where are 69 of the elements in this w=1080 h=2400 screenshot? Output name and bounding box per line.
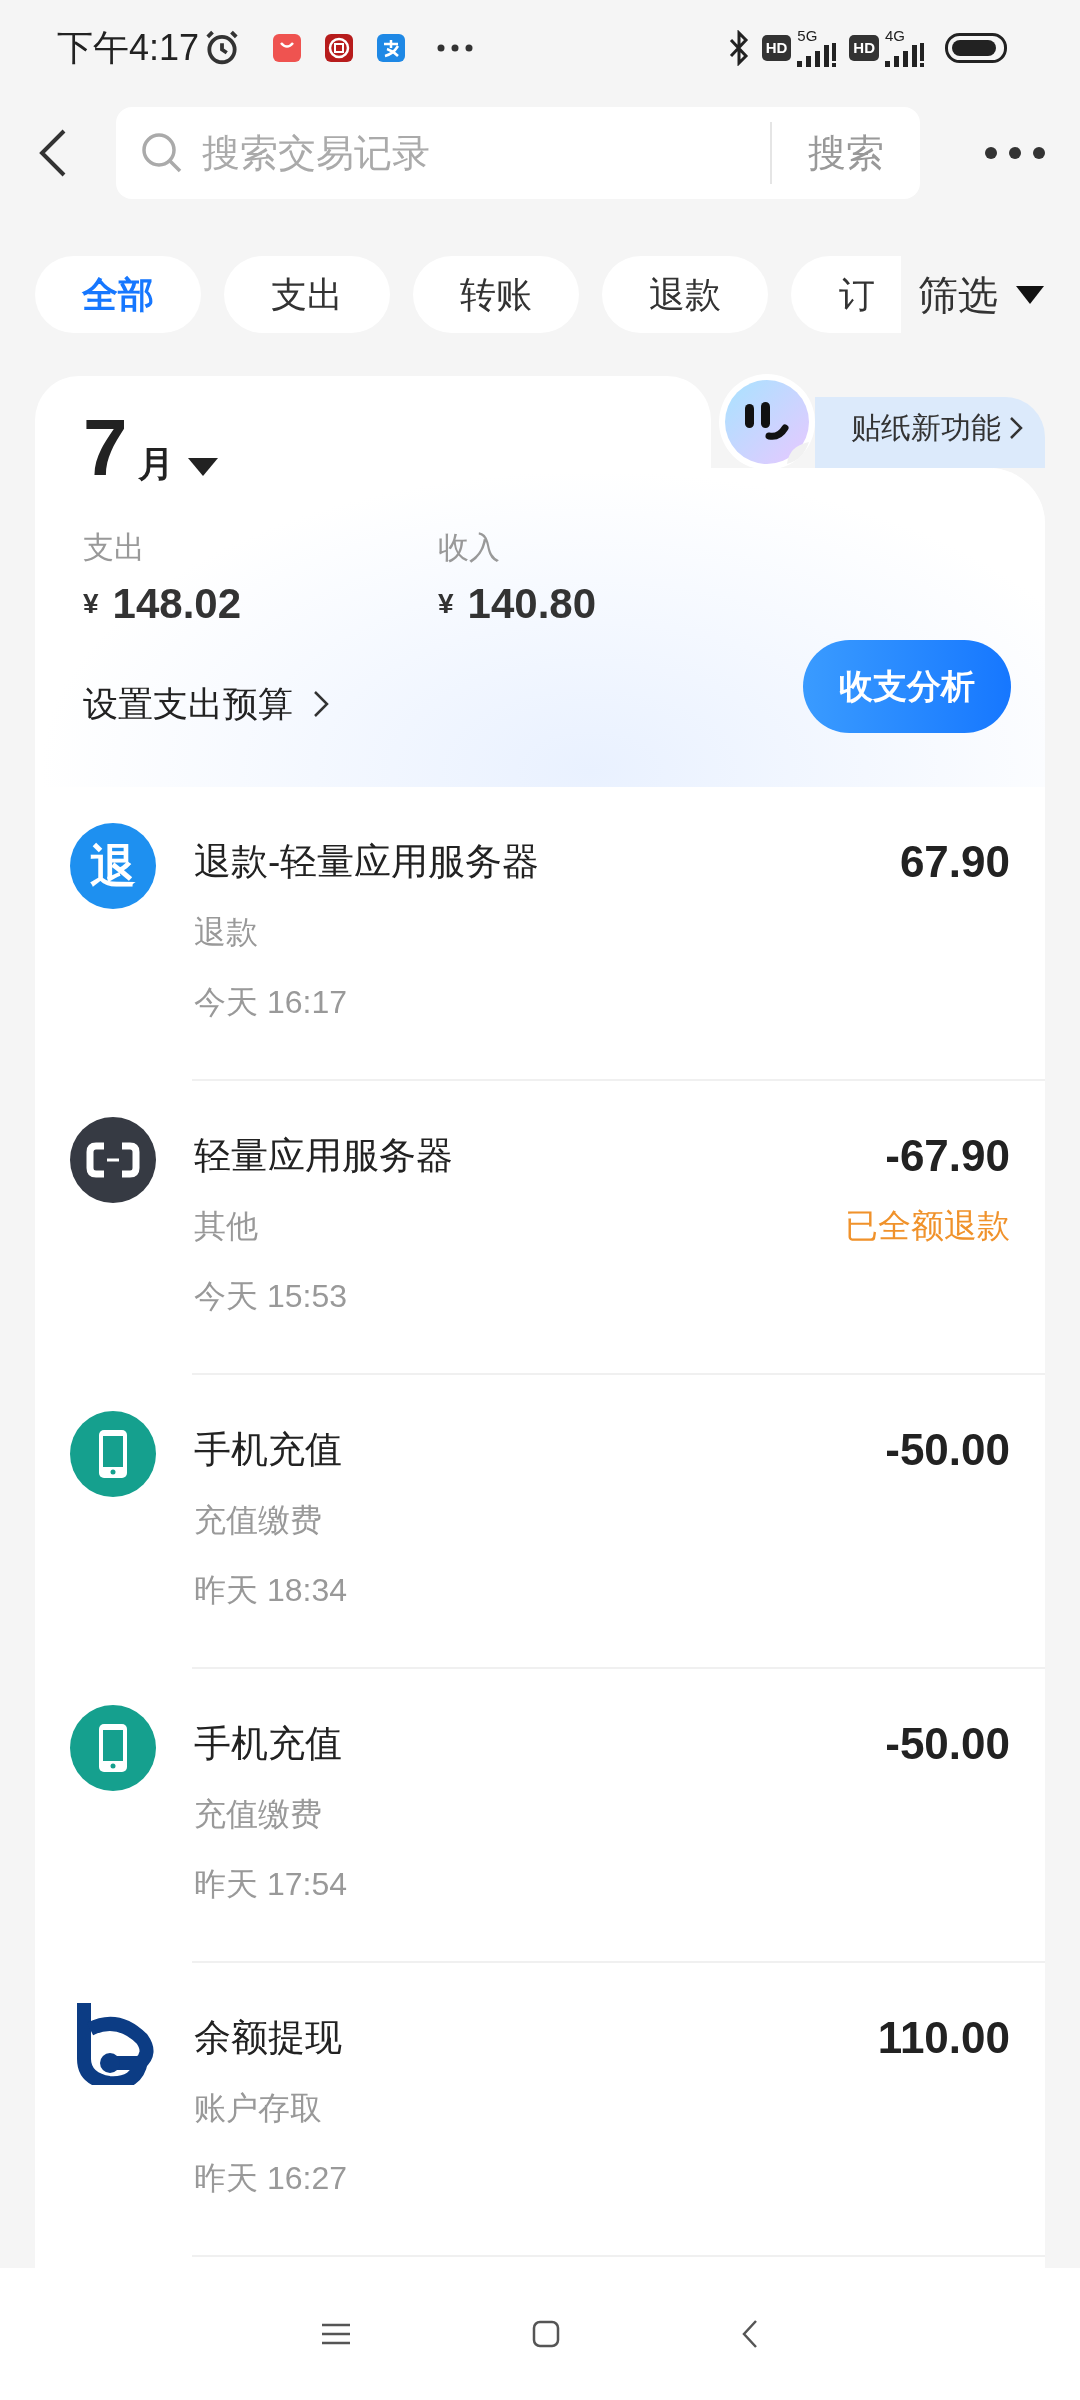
transaction-category: 其他	[194, 1207, 259, 1246]
bluetooth-icon	[727, 29, 750, 66]
phone-icon	[70, 1411, 156, 1497]
battery-icon	[945, 32, 1007, 63]
transaction-category: 充值缴费	[194, 1501, 323, 1540]
transaction-row[interactable]: 余额提现 账户存取 昨天 16:27 110.00	[35, 1963, 1045, 2257]
more-icon	[437, 43, 474, 52]
refund-icon: 退	[70, 823, 156, 909]
transaction-time: 昨天 16:27	[194, 2159, 348, 2198]
filter-tab[interactable]: 订	[791, 256, 901, 333]
home-button[interactable]	[532, 2320, 560, 2348]
transaction-row[interactable]: 退 退款-轻量应用服务器 退款 今天 16:17 67.90	[35, 787, 1045, 1081]
more-options-icon[interactable]	[984, 146, 1046, 160]
back-nav-button[interactable]	[741, 2319, 760, 2349]
filter-tab[interactable]: 支出	[224, 256, 390, 333]
total-label: 支出	[83, 529, 146, 567]
transaction-category: 账户存取	[194, 2089, 323, 2128]
refund-status: 已全额退款	[845, 1206, 1010, 1246]
transaction-amount: -50.00	[885, 1718, 1010, 1770]
filter-menu-button[interactable]: 筛选	[918, 264, 998, 325]
cloud-service-icon	[70, 1117, 156, 1203]
transaction-row[interactable]: 轻量应用服务器 其他 今天 15:53 -67.90 已全额退款	[35, 1081, 1045, 1375]
transaction-title: 轻量应用服务器	[194, 1134, 454, 1178]
budget-link[interactable]: 设置支出预算	[83, 682, 329, 726]
month-unit: 月	[137, 444, 174, 484]
transaction-amount: -67.90	[885, 1130, 1010, 1182]
month-dropdown-icon[interactable]	[187, 458, 218, 476]
transaction-time: 昨天 18:34	[194, 1571, 348, 1610]
total-amount: 140.80	[467, 580, 597, 628]
signal-icon	[885, 43, 925, 67]
transaction-time: 今天 16:17	[194, 983, 348, 1022]
chevron-right-icon	[313, 690, 329, 718]
search-icon	[140, 131, 184, 175]
filter-tab[interactable]: 全部	[35, 256, 201, 333]
transaction-amount: -50.00	[885, 1424, 1010, 1476]
transaction-row[interactable]: 手机充值 充值缴费 昨天 18:34 -50.00	[35, 1375, 1045, 1669]
menu-icon[interactable]	[320, 2322, 351, 2346]
transaction-time: 昨天 17:54	[194, 1865, 348, 1904]
month-number: 7	[83, 412, 128, 484]
dropdown-icon	[1016, 285, 1044, 304]
app-icon	[325, 33, 354, 62]
status-time: 下午4:17	[57, 25, 200, 70]
analysis-button[interactable]: 收支分析	[803, 640, 1011, 733]
app-icon	[273, 33, 302, 62]
transaction-title: 手机充值	[194, 1722, 343, 1766]
transaction-title: 手机充值	[194, 1428, 343, 1472]
filter-tab[interactable]: 转账	[413, 256, 579, 333]
total-label: 收入	[438, 529, 501, 567]
transaction-row[interactable]: 手机充值 充值缴费 昨天 17:54 -50.00	[35, 1669, 1045, 1963]
transaction-title: 余额提现	[194, 2016, 343, 2060]
app-icon	[377, 33, 406, 62]
network-type: 4G	[885, 28, 905, 43]
total-amount: 148.02	[112, 580, 242, 628]
phone-icon	[70, 1705, 156, 1791]
hd-badge: HD	[761, 34, 792, 61]
hd-badge: HD	[849, 34, 879, 61]
transaction-category: 退款	[194, 913, 259, 952]
network-type: 5G	[797, 28, 818, 43]
transaction-title: 退款-轻量应用服务器	[194, 840, 541, 884]
currency-symbol: ¥	[438, 587, 454, 621]
transaction-time: 今天 15:53	[194, 1277, 348, 1316]
transaction-category: 充值缴费	[194, 1795, 323, 1834]
sticker-banner[interactable]: 贴纸新功能	[815, 397, 1045, 468]
transaction-amount: 67.90	[899, 836, 1010, 888]
filter-tab[interactable]: 退款	[602, 256, 768, 333]
currency-symbol: ¥	[83, 587, 99, 621]
chevron-right-icon	[1009, 416, 1023, 440]
transaction-amount: 110.00	[877, 2012, 1010, 2064]
signal-icon	[797, 43, 838, 67]
